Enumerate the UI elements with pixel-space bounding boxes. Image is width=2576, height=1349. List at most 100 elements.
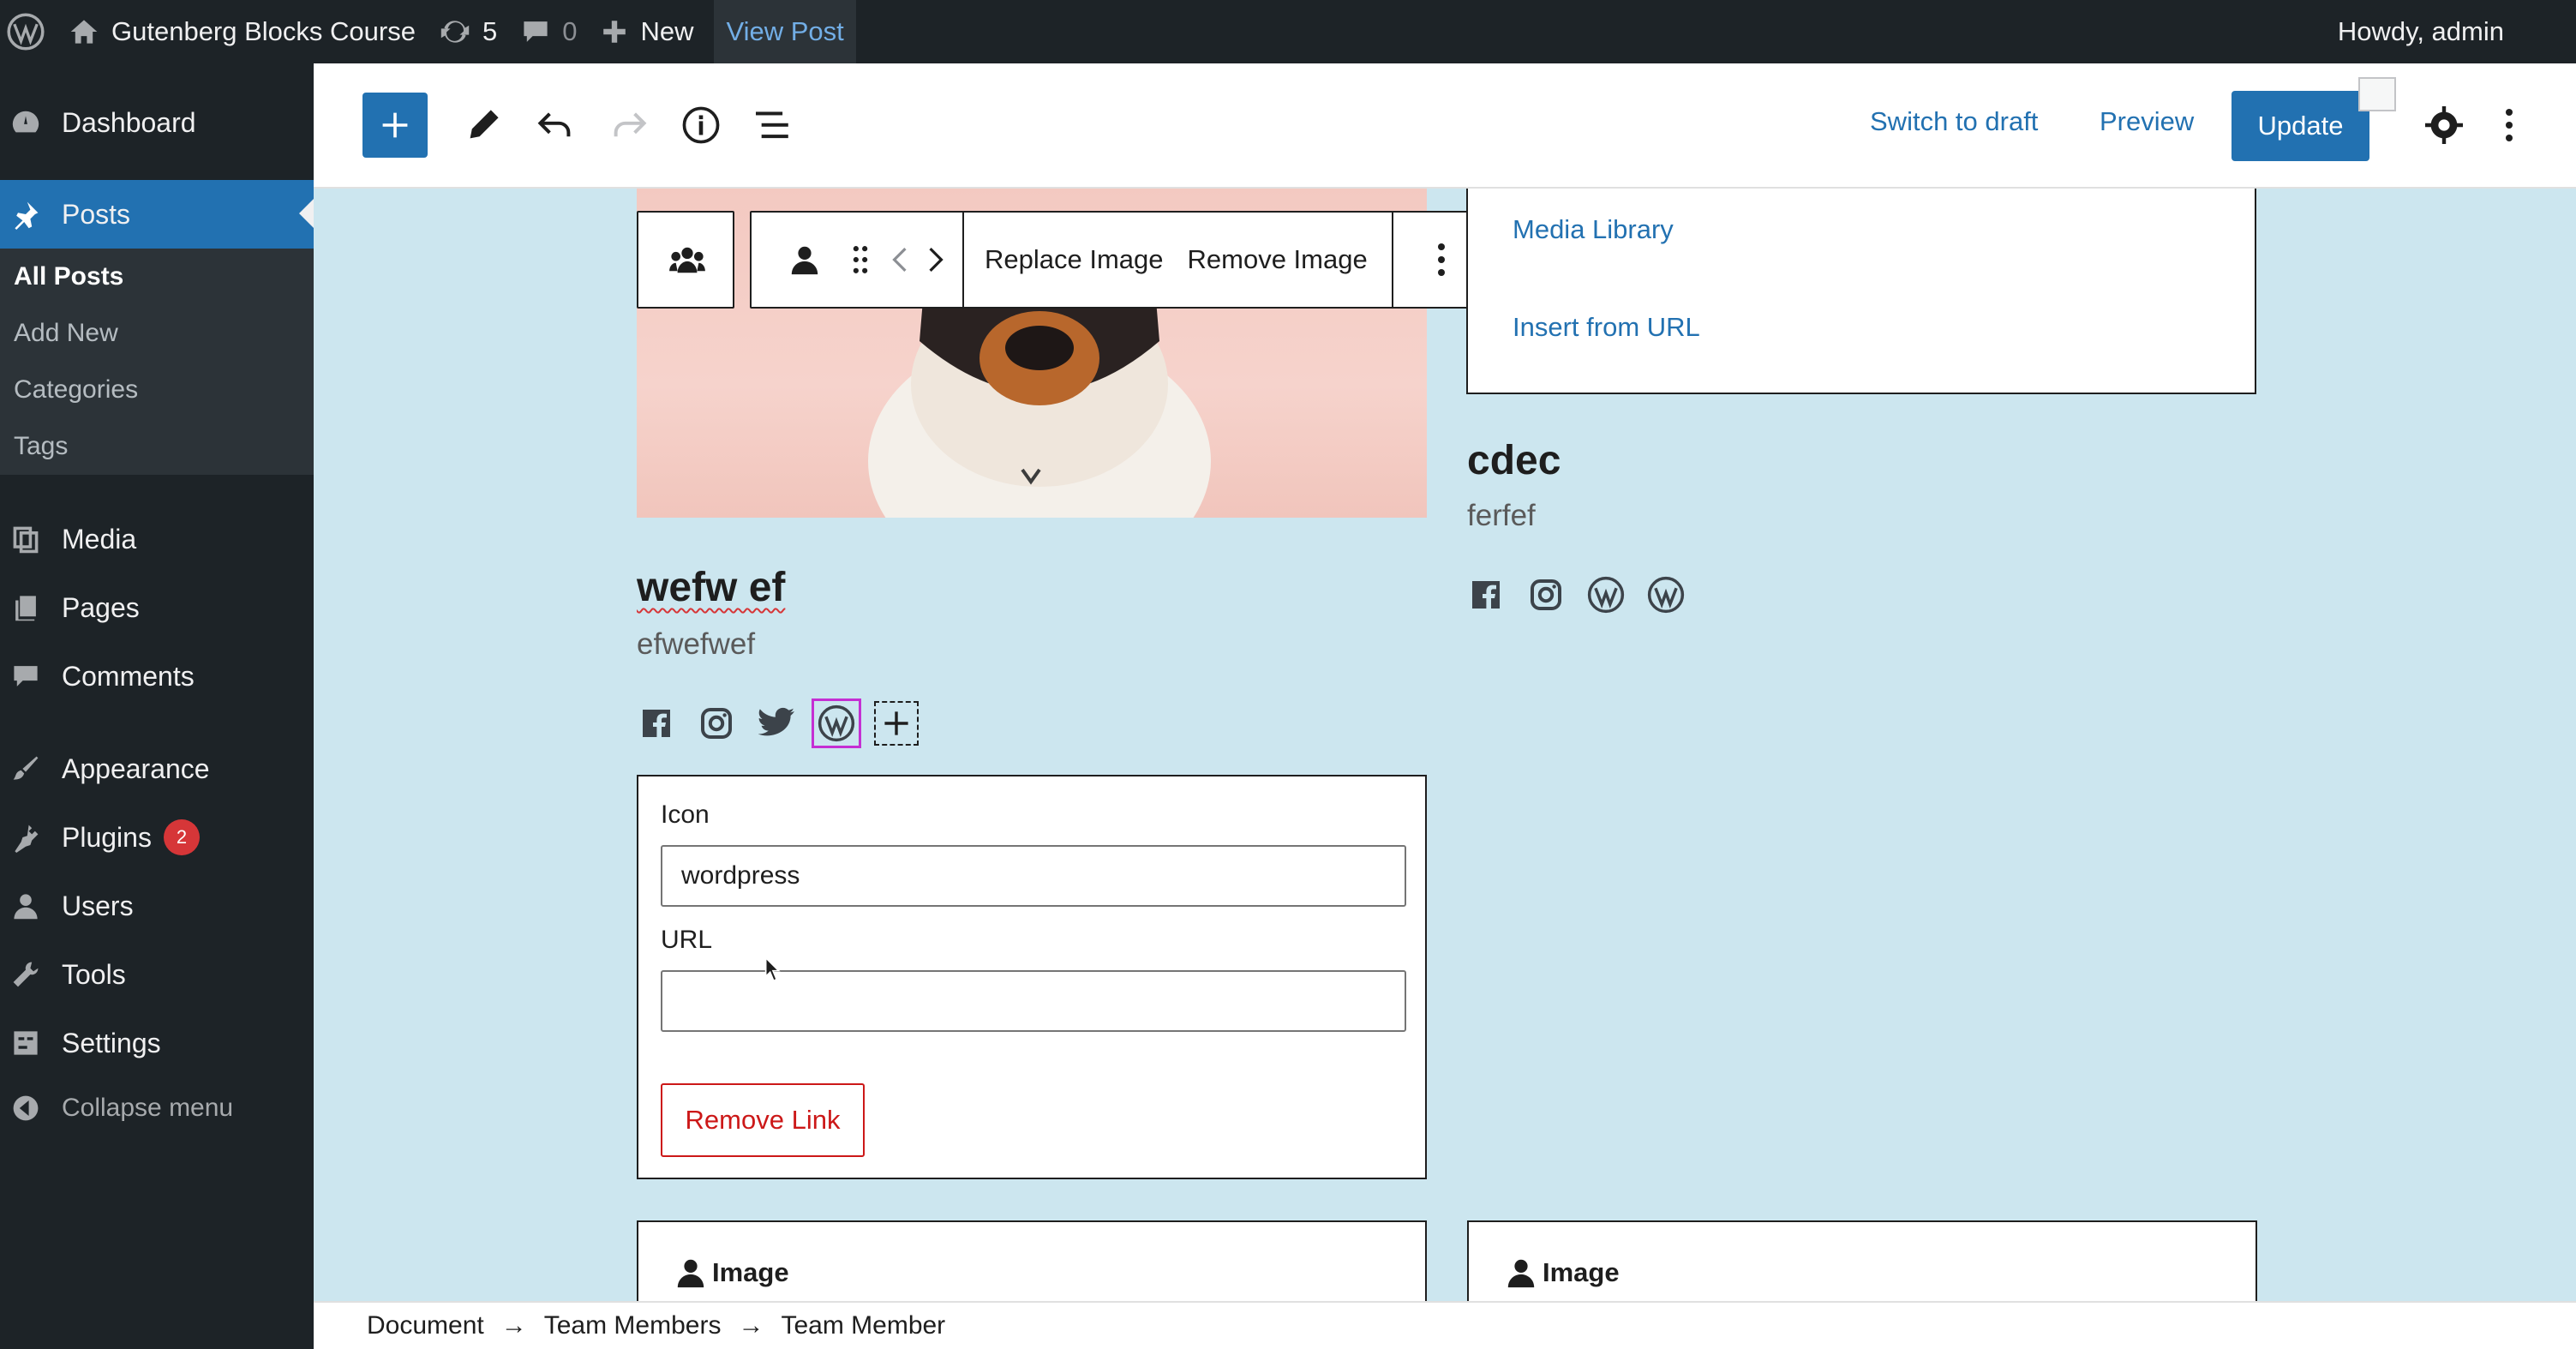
instagram-icon[interactable] <box>1524 573 1568 617</box>
submenu-all-posts[interactable]: All Posts <box>0 249 314 305</box>
wordpress-icon[interactable] <box>1644 573 1688 617</box>
member-name-text: wefw ef <box>637 565 786 610</box>
sidebar-item-label: Settings <box>62 1027 161 1058</box>
sidebar-item-dashboard[interactable]: Dashboard <box>0 89 314 156</box>
sidebar-collapse-menu[interactable]: Collapse menu <box>0 1075 314 1142</box>
social-link-editor: Icon wordpress URL Remove Link <box>637 775 1427 1179</box>
image-card-label: Image <box>1505 1256 1620 1289</box>
update-button[interactable]: Update <box>2232 91 2369 161</box>
move-left-icon[interactable] <box>882 247 918 273</box>
details-button[interactable] <box>677 101 725 149</box>
admin-sidebar: Dashboard Posts All Posts Add New Catego… <box>0 63 314 1349</box>
edit-tools-button[interactable] <box>459 101 507 149</box>
media-icon <box>9 522 43 556</box>
updates-link[interactable]: 5 <box>428 0 509 63</box>
team-members-icon <box>669 243 705 276</box>
mouse-cursor-icon <box>764 956 782 986</box>
list-view-button[interactable] <box>749 101 797 149</box>
wordpress-logo-icon[interactable] <box>0 0 57 63</box>
site-name-link[interactable]: Gutenberg Blocks Course <box>57 0 428 63</box>
icon-field-label: Icon <box>661 800 710 829</box>
instagram-icon[interactable] <box>694 701 739 746</box>
sidebar-item-label: Comments <box>62 660 195 692</box>
sidebar-item-settings[interactable]: Settings <box>0 1010 314 1076</box>
block-type-button[interactable] <box>770 243 839 277</box>
member-social-links <box>1464 573 1688 617</box>
breadcrumb-document[interactable]: Document <box>367 1311 484 1340</box>
updates-count: 5 <box>482 16 498 46</box>
settings-button[interactable] <box>2420 101 2468 149</box>
plus-icon <box>380 110 410 141</box>
admin-bar: Gutenberg Blocks Course 5 0 New View Pos… <box>0 0 2576 63</box>
posts-submenu: All Posts Add New Categories Tags <box>0 249 314 475</box>
sidebar-item-tools[interactable]: Tools <box>0 941 314 1008</box>
member-bio[interactable]: ferfef <box>1467 499 1536 533</box>
facebook-icon[interactable] <box>634 701 679 746</box>
switch-to-draft-button[interactable]: Switch to draft <box>1870 106 2038 137</box>
image-card-label: Image <box>674 1256 789 1289</box>
editor-canvas: Replace Image Remove Image Media Library… <box>314 189 2576 1304</box>
drag-handle-icon[interactable] <box>839 244 882 275</box>
member-name[interactable]: cdec <box>1467 437 1561 484</box>
home-icon <box>69 17 99 46</box>
settings-icon <box>9 1026 43 1060</box>
breadcrumb-team-members[interactable]: Team Members <box>544 1311 722 1340</box>
sidebar-item-label: Pages <box>62 591 140 623</box>
comments-icon <box>9 659 43 693</box>
list-view-icon <box>753 108 793 142</box>
image-placeholder-card[interactable]: Image <box>637 1220 1427 1304</box>
new-label: New <box>640 16 694 46</box>
block-breadcrumb: Document → Team Members → Team Member <box>314 1301 2576 1349</box>
media-library-link[interactable]: Media Library <box>1513 214 1674 245</box>
users-icon <box>9 889 43 923</box>
parent-block-selector[interactable] <box>637 211 734 309</box>
sidebar-item-users[interactable]: Users <box>0 872 314 939</box>
replace-image-button[interactable]: Replace Image <box>964 244 1176 275</box>
move-right-icon[interactable] <box>918 247 954 273</box>
insert-from-url-link[interactable]: Insert from URL <box>1513 312 1700 343</box>
howdy-user-menu[interactable]: Howdy, admin <box>2326 0 2516 63</box>
collapse-icon <box>9 1091 43 1125</box>
submenu-tags[interactable]: Tags <box>0 418 314 475</box>
sidebar-item-appearance[interactable]: Appearance <box>0 735 314 802</box>
image-card-title: Image <box>1543 1257 1620 1287</box>
submenu-add-new[interactable]: Add New <box>0 305 314 362</box>
block-inserter-button[interactable] <box>362 93 428 158</box>
icon-field[interactable]: wordpress <box>661 845 1406 907</box>
undo-button[interactable] <box>531 101 579 149</box>
redo-button[interactable] <box>605 101 653 149</box>
member-bio[interactable]: efwefwef <box>637 627 755 662</box>
brush-icon <box>9 752 43 786</box>
pencil-icon <box>464 106 502 144</box>
info-icon <box>681 105 721 145</box>
comments-count: 0 <box>562 16 578 46</box>
broken-image-icon <box>2358 77 2396 111</box>
sidebar-item-label: Appearance <box>62 752 210 784</box>
remove-link-button[interactable]: Remove Link <box>661 1083 865 1157</box>
submenu-categories[interactable]: Categories <box>0 362 314 418</box>
wordpress-icon[interactable] <box>812 698 861 748</box>
new-content-link[interactable]: New <box>589 0 705 63</box>
image-placeholder-card[interactable]: Image <box>1467 1220 2257 1304</box>
preview-button[interactable]: Preview <box>2100 106 2194 137</box>
sidebar-item-label: Media <box>62 523 137 555</box>
add-icon[interactable] <box>874 701 919 746</box>
sidebar-item-comments[interactable]: Comments <box>0 643 314 710</box>
pages-icon <box>9 591 43 625</box>
sidebar-item-media[interactable]: Media <box>0 506 314 573</box>
sidebar-item-pages[interactable]: Pages <box>0 574 314 641</box>
member-name[interactable]: wefw ef <box>637 564 785 611</box>
twitter-icon[interactable] <box>754 701 799 746</box>
wordpress-icon[interactable] <box>1584 573 1628 617</box>
options-menu-button[interactable] <box>2490 101 2528 149</box>
sidebar-item-plugins[interactable]: Plugins 2 <box>0 804 314 871</box>
person-icon <box>674 1256 707 1289</box>
gear-icon <box>2425 106 2463 144</box>
sidebar-item-posts[interactable]: Posts <box>0 180 314 249</box>
comments-link[interactable]: 0 <box>509 0 589 63</box>
facebook-icon[interactable] <box>1464 573 1508 617</box>
url-field-label: URL <box>661 926 713 954</box>
remove-image-button[interactable]: Remove Image <box>1176 244 1380 275</box>
view-post-link[interactable]: View Post <box>714 0 856 63</box>
person-icon <box>791 246 818 275</box>
